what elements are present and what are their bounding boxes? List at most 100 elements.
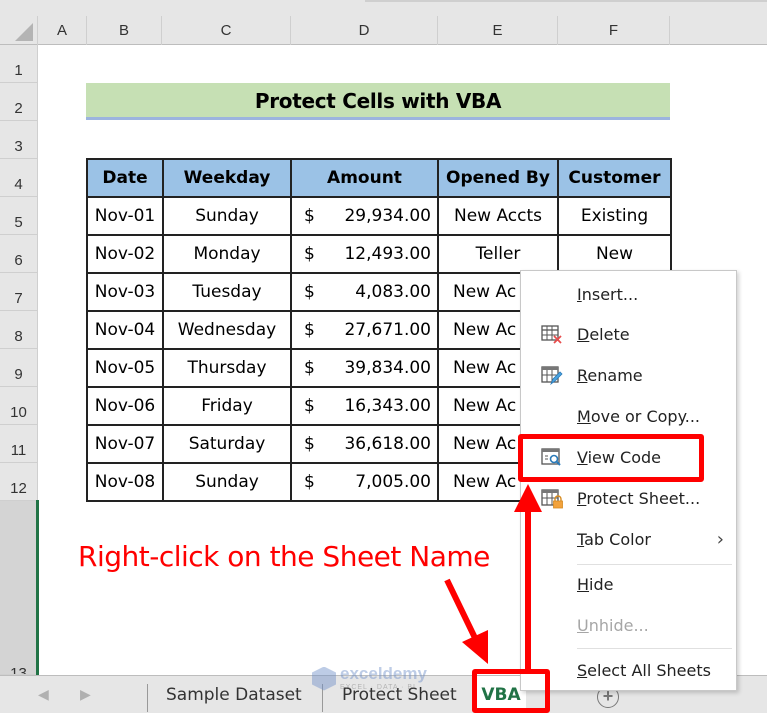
menu-item-accelerator: U bbox=[577, 616, 589, 635]
cell-opened-by[interactable]: New Accts bbox=[437, 196, 559, 236]
rename-sheet-icon bbox=[541, 366, 563, 386]
amount-value: 29,934.00 bbox=[344, 206, 431, 226]
header-opened-by[interactable]: Opened By bbox=[437, 158, 559, 198]
cell-amount[interactable]: $27,671.00 bbox=[290, 310, 439, 350]
cell-date[interactable]: Nov-05 bbox=[86, 348, 164, 388]
menu-item-label: ab Color bbox=[584, 530, 651, 549]
row-header-8[interactable]: 8 bbox=[0, 311, 37, 349]
cell-weekday[interactable]: Saturday bbox=[162, 424, 292, 464]
menu-item-rename[interactable]: Rename bbox=[521, 358, 736, 394]
currency-symbol: $ bbox=[304, 396, 315, 416]
cell-weekday[interactable]: Sunday bbox=[162, 196, 292, 236]
menu-separator bbox=[577, 648, 732, 649]
submenu-chevron-icon: › bbox=[716, 529, 724, 550]
scroll-tabs-left-icon[interactable]: ◀ bbox=[38, 686, 49, 703]
cell-amount[interactable]: $16,343.00 bbox=[290, 386, 439, 426]
table-row: Nov-02 Monday $12,493.00 Teller New bbox=[86, 234, 672, 274]
cell-amount[interactable]: $39,834.00 bbox=[290, 348, 439, 388]
menu-item-label: rotect Sheet... bbox=[586, 489, 701, 508]
arrow-to-vba-tab-icon bbox=[444, 578, 488, 664]
menu-item-delete[interactable]: Delete bbox=[521, 317, 736, 353]
amount-value: 12,493.00 bbox=[344, 244, 431, 264]
row-header-1[interactable]: 1 bbox=[0, 45, 37, 83]
menu-separator bbox=[577, 564, 732, 565]
cell-date[interactable]: Nov-07 bbox=[86, 424, 164, 464]
cell-weekday[interactable]: Thursday bbox=[162, 348, 292, 388]
cell-amount[interactable]: $4,083.00 bbox=[290, 272, 439, 312]
column-header-d[interactable]: D bbox=[291, 16, 438, 45]
header-weekday[interactable]: Weekday bbox=[162, 158, 292, 198]
cell-weekday[interactable]: Monday bbox=[162, 234, 292, 274]
menu-item-label: nhide... bbox=[588, 616, 649, 635]
column-header-f[interactable]: F bbox=[558, 16, 670, 45]
header-date[interactable]: Date bbox=[86, 158, 164, 198]
menu-item-hide[interactable]: Hide bbox=[521, 567, 736, 603]
row-header-2[interactable]: 2 bbox=[0, 83, 37, 121]
protect-sheet-icon bbox=[541, 489, 563, 509]
cell-weekday[interactable]: Wednesday bbox=[162, 310, 292, 350]
column-header-b[interactable]: B bbox=[87, 16, 162, 45]
row-header-4[interactable]: 4 bbox=[0, 159, 37, 197]
cell-date[interactable]: Nov-06 bbox=[86, 386, 164, 426]
menu-item-protect-sheet[interactable]: Protect Sheet... bbox=[521, 481, 736, 517]
header-amount[interactable]: Amount bbox=[290, 158, 439, 198]
menu-item-select-all-sheets[interactable]: Select All Sheets bbox=[521, 653, 736, 689]
menu-item-insert[interactable]: Insert... bbox=[521, 277, 736, 313]
row-header-11[interactable]: 11 bbox=[0, 425, 37, 463]
menu-item-label: ide bbox=[589, 575, 614, 594]
row-header-13[interactable]: 13 bbox=[0, 501, 37, 675]
row-header-9[interactable]: 9 bbox=[0, 349, 37, 387]
scroll-tabs-right-icon[interactable]: ▶ bbox=[80, 686, 91, 703]
amount-value: 27,671.00 bbox=[344, 320, 431, 340]
row-header-bar: 1 2 3 4 5 6 7 8 9 10 11 12 13 bbox=[0, 45, 38, 675]
watermark-subtitle: EXCEL · DATA · BI bbox=[340, 684, 416, 691]
row-header-7[interactable]: 7 bbox=[0, 273, 37, 311]
cell-date[interactable]: Nov-03 bbox=[86, 272, 164, 312]
row-header-10[interactable]: 10 bbox=[0, 387, 37, 425]
table-header-row: Date Weekday Amount Opened By Customer bbox=[86, 158, 672, 198]
cell-customer[interactable]: New bbox=[557, 234, 672, 274]
row-header-6[interactable]: 6 bbox=[0, 235, 37, 273]
cell-date[interactable]: Nov-02 bbox=[86, 234, 164, 274]
cell-amount[interactable]: $7,005.00 bbox=[290, 462, 439, 502]
cell-date[interactable]: Nov-08 bbox=[86, 462, 164, 502]
formula-bar-strip bbox=[0, 0, 767, 16]
cell-date[interactable]: Nov-01 bbox=[86, 196, 164, 236]
menu-item-move-or-copy[interactable]: Move or Copy... bbox=[521, 399, 736, 435]
tab-separator bbox=[147, 684, 148, 712]
amount-value: 36,618.00 bbox=[344, 434, 431, 454]
menu-item-tab-color[interactable]: Tab Color › bbox=[521, 522, 736, 558]
select-all-button[interactable] bbox=[0, 16, 38, 45]
cell-weekday[interactable]: Sunday bbox=[162, 462, 292, 502]
cell-amount[interactable]: $29,934.00 bbox=[290, 196, 439, 236]
currency-symbol: $ bbox=[304, 282, 315, 302]
cell-weekday[interactable]: Friday bbox=[162, 386, 292, 426]
row-header-13-label: 13 bbox=[10, 665, 27, 675]
menu-item-accelerator: R bbox=[577, 366, 588, 385]
cell-amount[interactable]: $12,493.00 bbox=[290, 234, 439, 274]
cell-date[interactable]: Nov-04 bbox=[86, 310, 164, 350]
column-header-e[interactable]: E bbox=[438, 16, 558, 45]
cell-opened-by[interactable]: Teller bbox=[437, 234, 559, 274]
row-header-3[interactable]: 3 bbox=[0, 121, 37, 159]
menu-item-label: nsert... bbox=[581, 285, 639, 304]
vba-tab-highlight-box bbox=[472, 669, 550, 713]
sheet-tab-sample-dataset[interactable]: Sample Dataset bbox=[166, 676, 302, 713]
menu-item-label: ove or Copy... bbox=[590, 407, 701, 426]
cell-weekday[interactable]: Tuesday bbox=[162, 272, 292, 312]
cell-customer[interactable]: Existing bbox=[557, 196, 672, 236]
amount-value: 4,083.00 bbox=[355, 282, 431, 302]
row-header-5[interactable]: 5 bbox=[0, 197, 37, 235]
amount-value: 39,834.00 bbox=[344, 358, 431, 378]
sheet-title-cell[interactable]: Protect Cells with VBA bbox=[86, 83, 670, 120]
column-header-c[interactable]: C bbox=[162, 16, 291, 45]
header-customer[interactable]: Customer bbox=[557, 158, 672, 198]
column-header-a[interactable]: A bbox=[38, 16, 87, 45]
menu-item-unhide: Unhide... bbox=[521, 608, 736, 644]
currency-symbol: $ bbox=[304, 472, 315, 492]
currency-symbol: $ bbox=[304, 434, 315, 454]
currency-symbol: $ bbox=[304, 244, 315, 264]
currency-symbol: $ bbox=[304, 320, 315, 340]
cell-amount[interactable]: $36,618.00 bbox=[290, 424, 439, 464]
row-header-12[interactable]: 12 bbox=[0, 463, 37, 501]
